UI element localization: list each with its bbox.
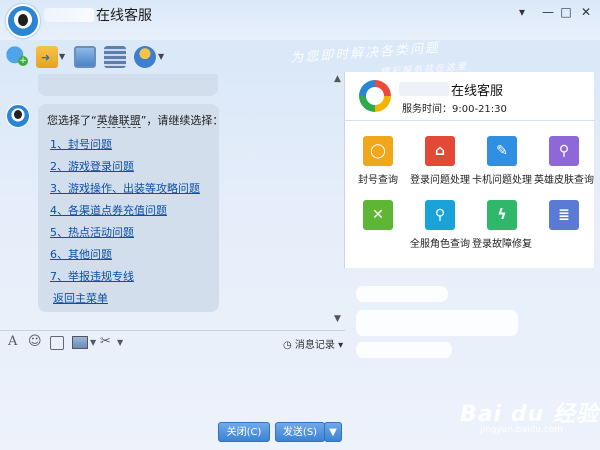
close-icon[interactable]: ✕ xyxy=(576,4,596,20)
emoji-icon[interactable]: ☺ xyxy=(28,334,42,349)
watermark-url: jingyan.baidu.com xyxy=(480,425,564,435)
tile-login-issue[interactable]: ⌂ 登录问题处理 xyxy=(409,136,471,192)
chevron-down-icon[interactable]: ▼ xyxy=(90,338,96,347)
title-bar: 在线客服 ▾ — □ ✕ xyxy=(0,0,600,40)
watermark-logo: Bai du 经验 xyxy=(460,402,599,427)
clock-icon: ◷ xyxy=(283,340,295,351)
user-search-icon: ⚲ xyxy=(425,200,455,230)
qq-logo-icon xyxy=(6,4,40,38)
window-title: 在线客服 xyxy=(96,8,152,24)
minimize-icon[interactable]: — xyxy=(538,4,558,20)
tile-ban-query[interactable]: ◯ 封号查询 xyxy=(347,136,409,192)
add-contact-icon[interactable]: + xyxy=(6,46,28,68)
chevron-down-icon[interactable]: ▼ xyxy=(59,52,65,61)
image-icon[interactable] xyxy=(72,336,88,349)
message-history-button[interactable]: ◷ 消息记录 ▾ xyxy=(283,336,343,351)
ring-icon: ◯ xyxy=(363,136,393,166)
tile-role-query[interactable]: ⚲ 全服角色查询 xyxy=(409,200,471,256)
panel-divider xyxy=(345,120,595,121)
blurred-content xyxy=(356,310,518,336)
doc-icon: ≣ xyxy=(549,200,579,230)
service-hours: 服务时间：9:00-21:30 xyxy=(402,104,507,115)
tile-skin-query[interactable]: ⚲ 英雄皮肤查询 xyxy=(533,136,595,192)
tile-login-repair[interactable]: ϟ 登录故障修复 xyxy=(471,200,533,256)
more-apps-icon[interactable] xyxy=(134,46,156,68)
blurred-content xyxy=(356,342,452,358)
scroll-up-icon[interactable]: ▲ xyxy=(334,74,341,84)
send-button[interactable]: 发送(S) xyxy=(275,422,325,442)
message-input[interactable] xyxy=(0,354,345,418)
edit-icon: ✎ xyxy=(487,136,517,166)
panel-title: 在线客服 xyxy=(451,84,504,99)
tile-document[interactable]: ≣ xyxy=(533,200,595,256)
option-link-6[interactable]: 6、其他问题 xyxy=(50,244,210,266)
service-avatar xyxy=(6,104,30,128)
font-icon[interactable]: A xyxy=(8,334,17,349)
chevron-down-icon[interactable]: ▼ xyxy=(117,338,123,347)
shake-icon[interactable] xyxy=(50,336,64,350)
maximize-icon[interactable]: □ xyxy=(556,4,576,20)
message-bubble: 您选择了“英雄联盟”，请继续选择： 1、封号问题 2、游戏登录问题 3、游戏操作… xyxy=(38,104,224,312)
option-link-1[interactable]: 1、封号问题 xyxy=(50,134,210,156)
option-link-2[interactable]: 2、游戏登录问题 xyxy=(50,156,210,178)
person-search-icon: ⚲ xyxy=(549,136,579,166)
input-toolbar: A ☺ ▼ ✂ ▼ ◷ 消息记录 ▾ xyxy=(0,330,345,354)
scissors-icon[interactable]: ✂ xyxy=(100,334,111,349)
send-file-icon[interactable]: ➜ xyxy=(36,46,58,68)
option-link-5[interactable]: 5、热点活动问题 xyxy=(50,222,210,244)
bolt-icon: ϟ xyxy=(487,200,517,230)
previous-message-bubble xyxy=(38,74,218,96)
chevron-down-icon[interactable]: ▼ xyxy=(158,52,164,61)
scroll-down-icon[interactable]: ▼ xyxy=(334,314,341,324)
title-blurred-name xyxy=(44,8,94,22)
blurred-content xyxy=(356,286,448,302)
option-link-3[interactable]: 3、游戏操作、出装等攻略问题 xyxy=(50,178,210,200)
app-grid-icon[interactable] xyxy=(104,46,126,68)
dropdown-icon[interactable]: ▾ xyxy=(512,4,532,20)
chat-toolbar: + ➜ ▼ ▼ xyxy=(0,40,345,74)
send-options-chevron-icon[interactable]: ▼ xyxy=(324,422,342,442)
service-logo-icon xyxy=(359,80,391,112)
message-intro: 您选择了“英雄联盟”，请继续选择： xyxy=(47,114,224,128)
card-x-icon: ✕ xyxy=(363,200,393,230)
selected-game: 英雄联盟 xyxy=(96,114,141,128)
panel-blurred-name xyxy=(399,82,449,96)
remote-desktop-icon[interactable] xyxy=(74,46,96,68)
option-link-4[interactable]: 4、各渠道点券充值问题 xyxy=(50,200,210,222)
chat-history[interactable]: 您选择了“英雄联盟”，请继续选择： 1、封号问题 2、游戏登录问题 3、游戏操作… xyxy=(0,74,345,326)
tile-card-issue[interactable]: ✕ xyxy=(347,200,409,256)
close-button[interactable]: 关闭(C) xyxy=(218,422,270,442)
option-link-7[interactable]: 7、举报违规专线 xyxy=(50,266,210,288)
house-x-icon: ⌂ xyxy=(425,136,455,166)
tile-freeze-issue[interactable]: ✎ 卡机问题处理 xyxy=(471,136,533,192)
back-to-menu-link[interactable]: 返回主菜单 xyxy=(53,288,210,310)
service-panel: 在线客服 服务时间：9:00-21:30 ◯ 封号查询 ⌂ 登录问题处理 ✎ 卡… xyxy=(344,72,595,268)
